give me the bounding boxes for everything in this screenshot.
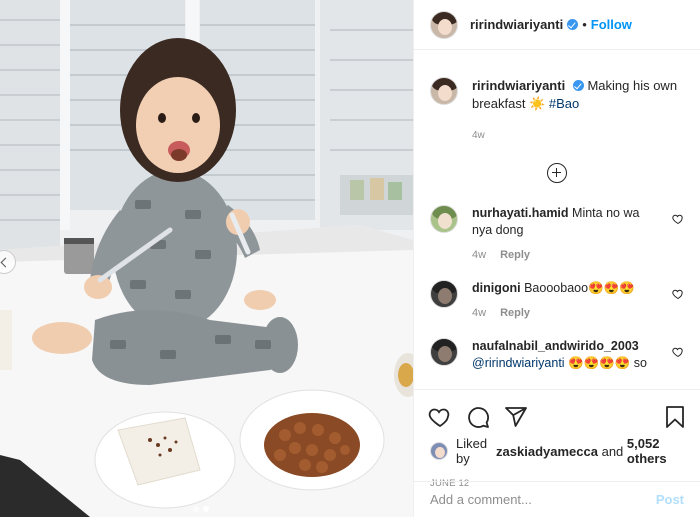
comment-icon[interactable] [466,405,490,429]
caption-hashtag[interactable]: #Bao [549,96,579,111]
commenter-avatar[interactable] [430,205,458,233]
share-icon[interactable] [504,405,528,429]
author-avatar[interactable] [430,10,458,39]
post-caption: ririndwiariyanti Making his own breakfas… [414,51,700,145]
author-username[interactable]: ririndwiariyanti [470,17,563,32]
liker-username[interactable]: zaskiadyamecca [496,444,598,459]
carousel-indicator [193,506,209,512]
commenter-avatar[interactable] [430,338,458,366]
header-separator: • [582,17,587,32]
caption-username[interactable]: ririndwiariyanti [472,78,565,93]
comment-meta: 4w Reply [472,305,658,322]
commenter-username[interactable]: dinigoni [472,281,521,295]
comment-item: nurhayati.hamid Minta no wa nya dong 4w … [414,205,700,264]
action-icons-left [428,405,664,429]
action-icons-row [414,390,700,434]
reply-button[interactable]: Reply [500,305,530,322]
comment-text: 😍😍😍😍 so [568,356,647,370]
follow-button[interactable]: Follow [591,17,632,32]
add-comment-bar: Post [414,481,700,517]
liker-avatar[interactable] [430,442,448,460]
post-photo[interactable] [0,0,413,517]
post-header: ririndwiariyanti • Follow [414,0,700,50]
post-actions: Liked by zaskiadyamecca and 5,052 others… [414,389,700,517]
comment-body: dinigoni Baooobaoo😍😍😍 4w Reply [472,280,684,322]
load-more-icon[interactable] [547,163,567,183]
post-details-panel: ririndwiariyanti • Follow ririndwiariyan… [413,0,700,517]
comment-item: naufalnabil_andwirido_2003 @ririndwiariy… [414,338,700,372]
verified-badge-icon [572,80,584,91]
comment-input[interactable] [430,492,656,507]
photo-image [0,0,413,517]
load-more-comments[interactable] [414,163,700,183]
likes-prefix: Liked by [456,436,488,466]
bookmark-icon[interactable] [664,405,686,429]
carousel-dot-2 [203,506,209,512]
likes-summary: Liked by zaskiadyamecca and 5,052 others [414,434,700,466]
comment-body: naufalnabil_andwirido_2003 @ririndwiariy… [472,338,684,372]
comment-like-icon[interactable] [672,213,684,225]
comment-text: Baooobaoo😍😍😍 [524,281,635,295]
comment-item: dinigoni Baooobaoo😍😍😍 4w Reply [414,280,700,322]
comment-time: 4w [472,249,487,261]
caption-avatar[interactable] [430,77,458,105]
verified-badge-icon [567,19,579,30]
caption-time: 4w [472,130,485,141]
likes-count[interactable]: 5,052 others [627,436,684,466]
commenter-avatar[interactable] [430,280,458,308]
heart-icon[interactable] [428,405,452,429]
commenter-username[interactable]: nurhayati.hamid [472,206,569,220]
comment-time: 4w [472,307,487,319]
comment-like-icon[interactable] [672,288,684,300]
reply-button[interactable]: Reply [500,247,530,264]
caption-text-block: ririndwiariyanti Making his own breakfas… [472,77,684,145]
comment-meta: 4w Reply [472,247,658,264]
comment-like-icon[interactable] [672,346,684,358]
commenter-username[interactable]: naufalnabil_andwirido_2003 [472,339,639,353]
comment-mention[interactable]: @ririndwiariyanti [472,356,565,370]
likes-and: and [601,443,624,459]
comments-list[interactable]: ririndwiariyanti Making his own breakfas… [414,51,700,389]
comment-body: nurhayati.hamid Minta no wa nya dong 4w … [472,205,684,264]
post-comment-button[interactable]: Post [656,492,684,507]
carousel-dot-1 [193,506,199,512]
